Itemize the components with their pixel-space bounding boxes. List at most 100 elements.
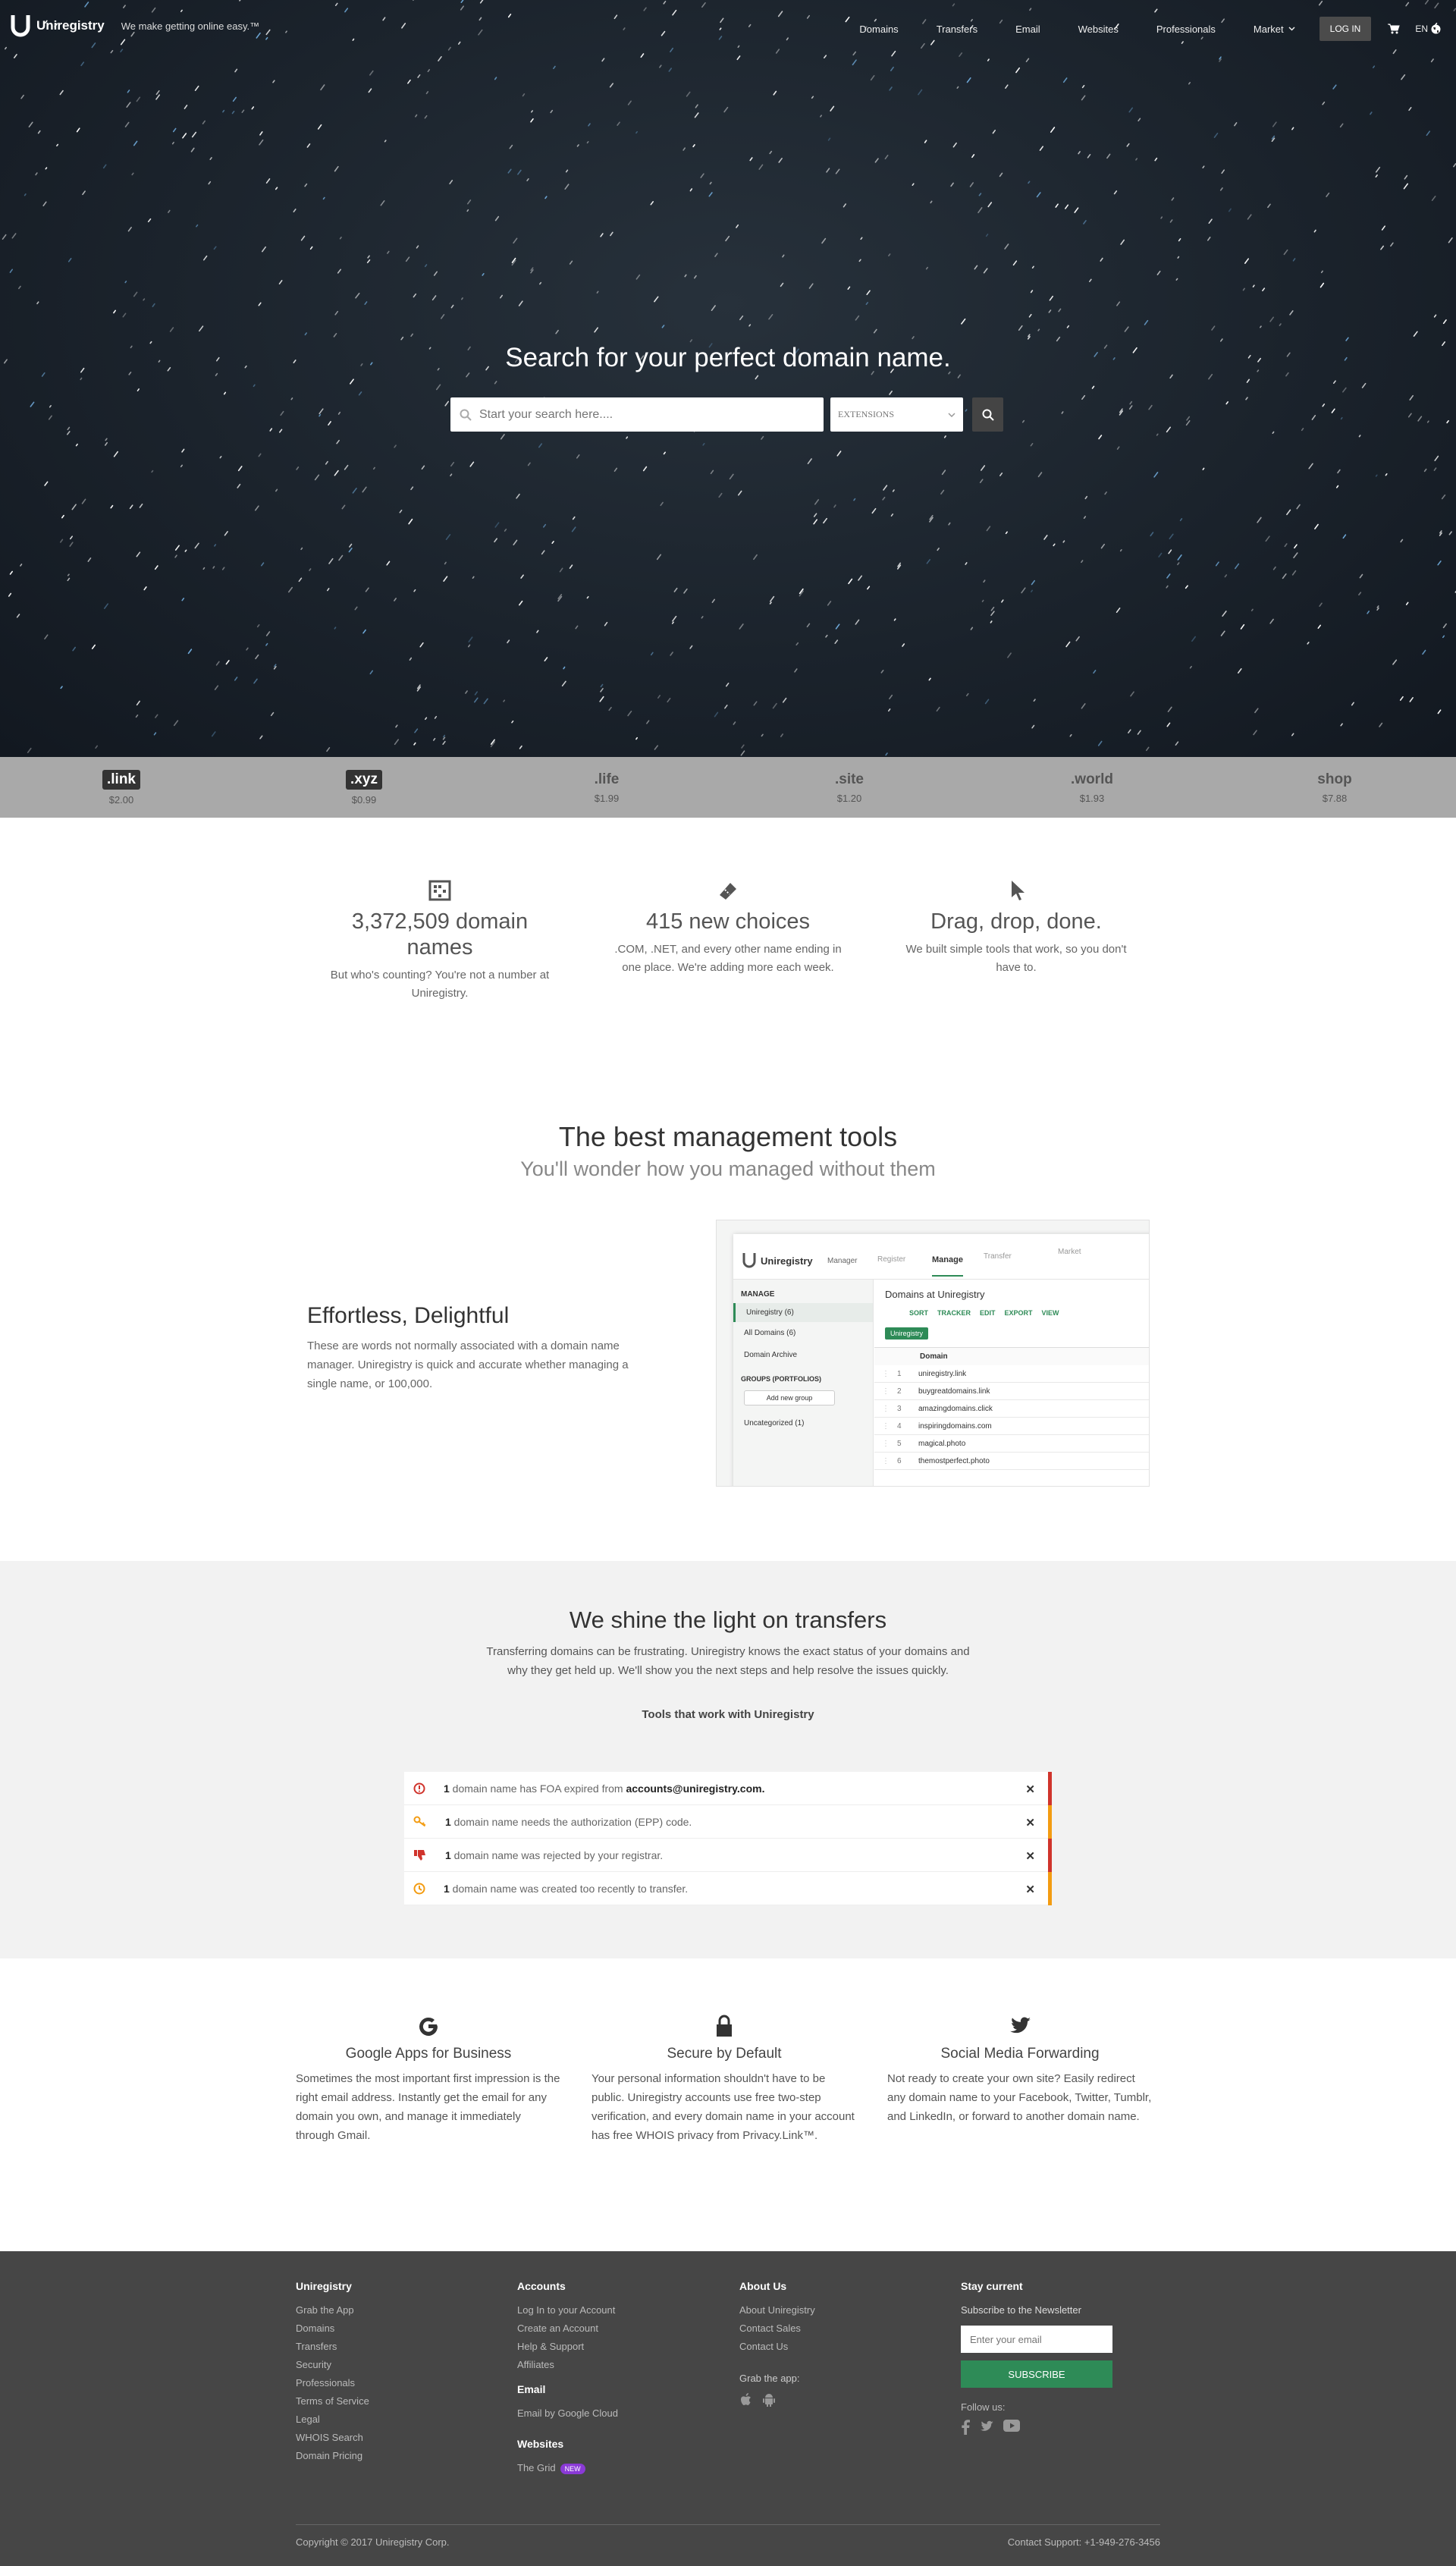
- filter-tag[interactable]: Uniregistry: [885, 1327, 929, 1340]
- footer-links: Log In to your Account Create an Account H…: [517, 2301, 618, 2374]
- footer-link[interactable]: Email by Google Cloud: [517, 2404, 618, 2423]
- app-tab-register[interactable]: Register: [877, 1255, 905, 1264]
- nav-market-label: Market: [1253, 23, 1284, 35]
- tld-item[interactable]: .life $1.99: [485, 757, 728, 818]
- sidebar-item-archive[interactable]: Domain Archive: [733, 1344, 873, 1366]
- footer-link[interactable]: Contact Us: [739, 2338, 815, 2356]
- search-icon: [982, 409, 994, 421]
- youtube-icon[interactable]: [1003, 2420, 1020, 2432]
- dismiss-icon[interactable]: ✕: [1025, 1849, 1035, 1863]
- footer-link[interactable]: Affiliates: [517, 2356, 618, 2374]
- facebook-icon[interactable]: [961, 2420, 970, 2435]
- domain-row[interactable]: ⋮ 2 buygreatdomains.link: [874, 1383, 1149, 1400]
- app-tab-market[interactable]: Market: [1058, 1248, 1081, 1256]
- toolbar-tracker[interactable]: TRACKER: [937, 1309, 971, 1317]
- search-box[interactable]: [450, 397, 824, 432]
- management-title: The best management tools: [558, 1121, 898, 1152]
- drag-handle-icon[interactable]: ⋮: [874, 1457, 897, 1465]
- footer-link[interactable]: Grab the App: [296, 2301, 369, 2319]
- row-number: 2: [897, 1387, 902, 1396]
- cart-button[interactable]: [1388, 24, 1401, 34]
- add-group-button[interactable]: Add new group: [744, 1390, 835, 1405]
- toolbar-sort[interactable]: SORT: [909, 1309, 928, 1317]
- sidebar-item-all-domains[interactable]: All Domains (6): [733, 1322, 873, 1344]
- footer-link[interactable]: Help & Support: [517, 2338, 618, 2356]
- drag-handle-icon[interactable]: ⋮: [874, 1440, 897, 1448]
- domain-name: buygreatdomains.link: [918, 1387, 990, 1396]
- footer-link[interactable]: Transfers: [296, 2338, 369, 2356]
- android-icon[interactable]: [762, 2392, 776, 2407]
- tld-item[interactable]: .site $1.20: [728, 757, 971, 818]
- newsletter-email-input[interactable]: [961, 2326, 1112, 2353]
- tld-price: $1.93: [1079, 792, 1105, 804]
- social-links: [961, 2420, 1112, 2435]
- footer-link[interactable]: Terms of Service: [296, 2392, 369, 2411]
- dismiss-icon[interactable]: ✕: [1025, 1816, 1035, 1829]
- drag-handle-icon[interactable]: ⋮: [874, 1405, 897, 1413]
- tld-item[interactable]: .xyz $0.99: [243, 757, 485, 818]
- toolbar-view[interactable]: VIEW: [1042, 1309, 1059, 1317]
- toolbar-export[interactable]: EXPORT: [1005, 1309, 1033, 1317]
- nav-professionals[interactable]: Professionals: [1156, 24, 1216, 35]
- footer: [0, 2251, 1456, 2566]
- nav-transfers[interactable]: Transfers: [937, 24, 977, 35]
- toolbar-edit[interactable]: EDIT: [980, 1309, 996, 1317]
- footer-link[interactable]: Domains: [296, 2319, 369, 2338]
- contact-support: Contact Support: +1-949-276-3456: [1007, 2536, 1160, 2548]
- nav-email[interactable]: Email: [1015, 24, 1040, 35]
- apple-icon[interactable]: [739, 2392, 753, 2407]
- app-store-links: [739, 2392, 815, 2407]
- footer-link[interactable]: Professionals: [296, 2374, 369, 2392]
- twitter-icon: [1010, 2017, 1031, 2034]
- domain-row[interactable]: ⋮ 3 amazingdomains.click: [874, 1400, 1149, 1418]
- footer-link[interactable]: WHOIS Search: [296, 2429, 369, 2447]
- language-label: EN: [1415, 24, 1428, 34]
- domain-row[interactable]: ⋮ 1 uniregistry.link: [874, 1365, 1149, 1383]
- subscribe-button[interactable]: SUBSCRIBE: [961, 2360, 1112, 2388]
- domain-row[interactable]: ⋮ 4 inspiringdomains.com: [874, 1418, 1149, 1435]
- footer-link-the-grid[interactable]: The Grid NEW: [517, 2459, 618, 2478]
- sidebar-item-uniregistry[interactable]: Uniregistry (6): [733, 1303, 873, 1322]
- domain-row[interactable]: ⋮ 5 magical.photo: [874, 1435, 1149, 1453]
- footer-link[interactable]: Contact Sales: [739, 2319, 815, 2338]
- login-button[interactable]: LOG IN: [1319, 17, 1372, 41]
- language-selector[interactable]: EN: [1415, 24, 1441, 34]
- dismiss-icon[interactable]: ✕: [1025, 1883, 1035, 1896]
- tld-item[interactable]: .world $1.93: [971, 757, 1213, 818]
- tld-price: $1.20: [836, 792, 862, 804]
- starfield-background: [2, 0, 1456, 756]
- footer-link[interactable]: Domain Pricing: [296, 2447, 369, 2465]
- app-tab-transfer[interactable]: Transfer: [984, 1252, 1012, 1261]
- footer-link[interactable]: Security: [296, 2356, 369, 2374]
- app-brand: Uniregistry: [761, 1255, 813, 1267]
- hero: Search for your perfect domain name. EXT…: [0, 0, 1456, 757]
- alert-status-bar: [1048, 1872, 1052, 1905]
- tagline: We make getting online easy.™: [121, 20, 260, 32]
- app-tab-manage[interactable]: Manage: [932, 1255, 963, 1277]
- sidebar-item-uncategorized[interactable]: Uncategorized (1): [733, 1409, 873, 1438]
- domain-name: magical.photo: [918, 1439, 966, 1448]
- tld-item[interactable]: .link $2.00: [0, 757, 243, 818]
- footer-link[interactable]: About Uniregistry: [739, 2301, 815, 2319]
- twitter-icon[interactable]: [979, 2420, 994, 2433]
- nav-domains[interactable]: Domains: [859, 24, 898, 35]
- drag-handle-icon[interactable]: ⋮: [874, 1387, 897, 1396]
- domain-name: themostperfect.photo: [918, 1456, 990, 1465]
- app-main-panel: Domains at Uniregistry SORT TRACKER EDIT…: [874, 1280, 1149, 1486]
- drag-handle-icon[interactable]: ⋮: [874, 1422, 897, 1431]
- tld-name: .world: [1071, 771, 1113, 787]
- nav-websites[interactable]: Websites: [1078, 24, 1119, 35]
- nav-market[interactable]: Market: [1254, 24, 1295, 35]
- extensions-select[interactable]: EXTENSIONS: [830, 397, 963, 432]
- app-tab-manager[interactable]: Manager: [827, 1257, 857, 1265]
- drag-handle-icon[interactable]: ⋮: [874, 1370, 897, 1378]
- search-button[interactable]: [972, 397, 1003, 432]
- footer-link[interactable]: Legal: [296, 2411, 369, 2429]
- domain-row[interactable]: ⋮ 6 themostperfect.photo: [874, 1453, 1149, 1470]
- footer-link[interactable]: Create an Account: [517, 2319, 618, 2338]
- tld-item[interactable]: shop $7.88: [1213, 757, 1456, 818]
- dismiss-icon[interactable]: ✕: [1025, 1782, 1035, 1796]
- brand-logo[interactable]: Uniregistry We make getting online easy.…: [11, 14, 259, 38]
- footer-link[interactable]: Log In to your Account: [517, 2301, 618, 2319]
- search-input[interactable]: [479, 407, 798, 422]
